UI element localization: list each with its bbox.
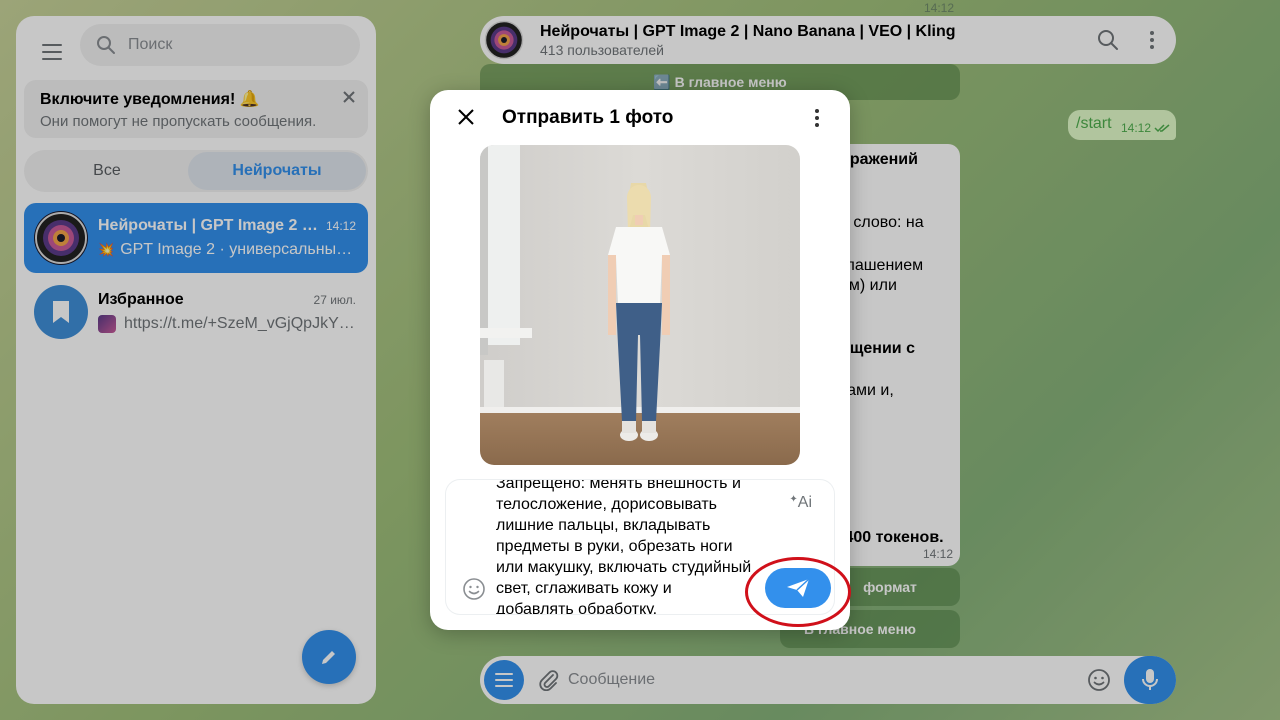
more-vertical-icon[interactable]: [814, 108, 820, 128]
caption-line: Запрещено: менять внешность и: [496, 480, 741, 492]
highlight-annotation: [745, 557, 851, 627]
caption-line: телосложение, дорисовывать: [496, 496, 718, 513]
close-icon[interactable]: [456, 107, 476, 127]
photo-preview[interactable]: [480, 145, 800, 465]
caption-line: или макушку, включать студийный: [496, 559, 752, 576]
ai-sparkle-icon[interactable]: ✦Ai: [789, 494, 812, 512]
emoji-icon[interactable]: [462, 577, 486, 601]
caption-line: свет, сглаживать кожу и: [496, 580, 672, 597]
caption-text[interactable]: Запрещено: менять внешность и телосложен…: [496, 480, 766, 614]
caption-line: лишние пальцы, вкладывать: [496, 517, 711, 534]
caption-line: предметы в руки, обрезать ноги: [496, 538, 733, 555]
caption-line: добавлять обработку.: [496, 601, 658, 614]
dialog-title: Отправить 1 фото: [502, 107, 674, 128]
send-photo-dialog: Отправить 1 фото Запрещено: менять внешн…: [430, 90, 850, 630]
ai-label: Ai: [797, 494, 812, 511]
